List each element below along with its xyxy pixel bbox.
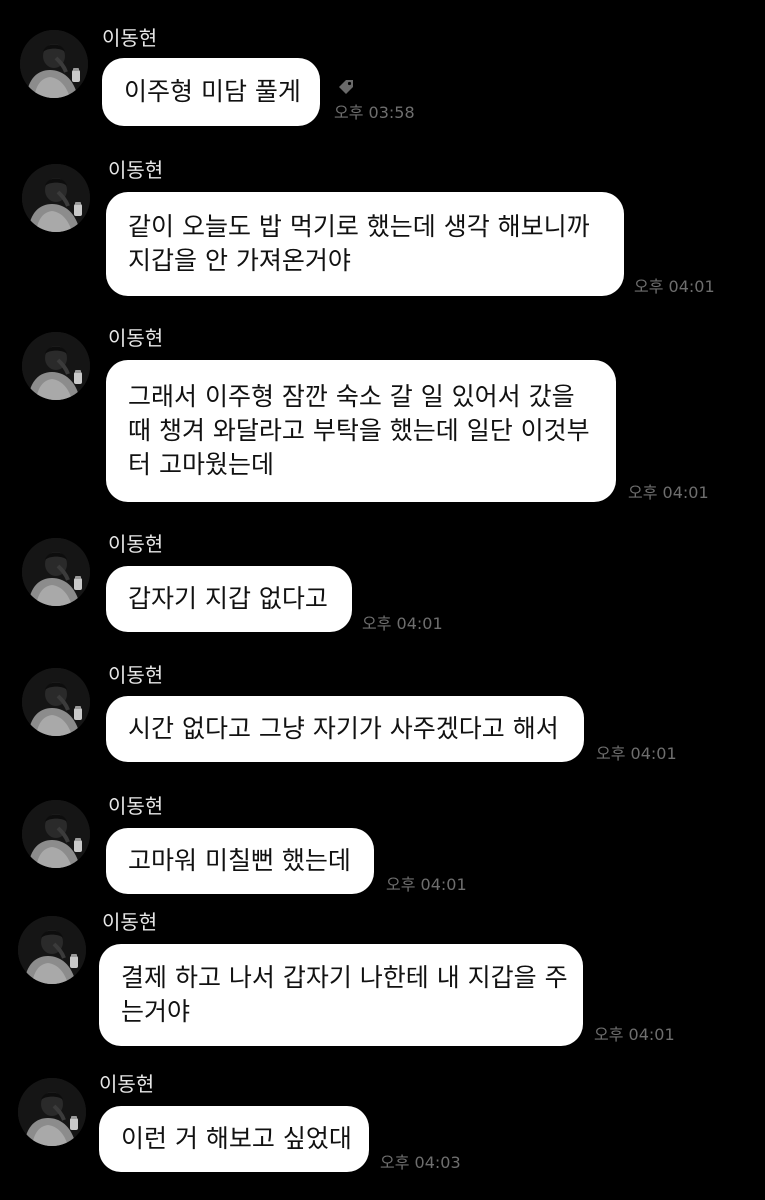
message-text: 그래서 이주형 잠깐 숙소 갈 일 있어서 갔을 <box>128 382 575 411</box>
message-text: 이런 거 해보고 싶었대 <box>121 1124 352 1153</box>
message-text: 터 고마웠는데 <box>128 450 274 479</box>
message-text: 고마워 미칠뻔 했는데 <box>128 846 351 875</box>
avatar[interactable] <box>20 30 88 98</box>
message-bubble[interactable]: 같이 오늘도 밥 먹기로 했는데 생각 해보니까 지갑을 안 가져온거야 <box>106 192 624 296</box>
message-time: 오후 03:58 <box>334 103 415 122</box>
message-text: 갑자기 지갑 없다고 <box>128 584 328 613</box>
message-bubble[interactable]: 고마워 미칠뻔 했는데 <box>106 828 374 894</box>
avatar[interactable] <box>22 332 90 400</box>
sender-name: 이동현 <box>99 1072 155 1096</box>
avatar[interactable] <box>18 916 86 984</box>
sender-name: 이동현 <box>108 326 164 350</box>
sender-name: 이동현 <box>102 910 158 934</box>
message-time: 오후 04:01 <box>362 614 443 633</box>
avatar[interactable] <box>22 538 90 606</box>
message-bubble[interactable]: 그래서 이주형 잠깐 숙소 갈 일 있어서 갔을 때 챙겨 와달라고 부탁을 했… <box>106 360 616 502</box>
message-time: 오후 04:01 <box>594 1025 675 1044</box>
avatar[interactable] <box>22 800 90 868</box>
avatar[interactable] <box>22 164 90 232</box>
message-time: 오후 04:01 <box>386 875 467 894</box>
message-bubble[interactable]: 시간 없다고 그냥 자기가 사주겠다고 해서 <box>106 696 584 762</box>
message-text: 이주형 미담 풀게 <box>124 77 301 106</box>
message-text: 때 챙겨 와달라고 부탁을 했는데 일단 이것부 <box>128 416 590 445</box>
message-text: 지갑을 안 가져온거야 <box>128 246 351 275</box>
sender-name: 이동현 <box>108 663 164 687</box>
message-time: 오후 04:03 <box>380 1153 461 1172</box>
message-bubble[interactable]: 갑자기 지갑 없다고 <box>106 566 352 632</box>
sender-name: 이동현 <box>108 794 164 818</box>
message-bubble[interactable]: 결제 하고 나서 갑자기 나한테 내 지갑을 주 는거야 <box>99 944 583 1046</box>
sender-name: 이동현 <box>108 532 164 556</box>
message-time: 오후 04:01 <box>634 277 715 296</box>
message-time: 오후 04:01 <box>628 483 709 502</box>
message-text: 결제 하고 나서 갑자기 나한테 내 지갑을 주 <box>121 963 568 992</box>
avatar[interactable] <box>22 668 90 736</box>
message-text: 는거야 <box>121 997 191 1026</box>
sender-name: 이동현 <box>102 26 158 50</box>
message-bubble[interactable]: 이주형 미담 풀게 <box>102 58 320 126</box>
sender-name: 이동현 <box>108 158 164 182</box>
message-text: 시간 없다고 그냥 자기가 사주겠다고 해서 <box>128 714 559 743</box>
chat-view: 이동현 이주형 미담 풀게 오후 03:58 이동현 같이 오늘도 밥 먹기로 … <box>0 0 765 1200</box>
message-text: 같이 오늘도 밥 먹기로 했는데 생각 해보니까 <box>128 212 590 241</box>
message-bubble[interactable]: 이런 거 해보고 싶었대 <box>99 1106 369 1172</box>
tag-icon[interactable] <box>336 78 356 98</box>
message-time: 오후 04:01 <box>596 744 677 763</box>
avatar[interactable] <box>18 1078 86 1146</box>
